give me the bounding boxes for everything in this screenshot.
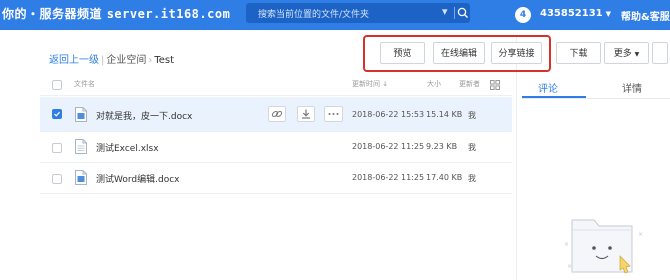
- file-size: 17.40 KB: [426, 173, 463, 182]
- svg-text:×: ×: [567, 263, 572, 270]
- document-icon: [75, 170, 87, 185]
- user-menu[interactable]: 435852131 ▼: [540, 8, 611, 19]
- row-checkbox[interactable]: [52, 143, 62, 153]
- breadcrumb-chevron-icon: ›: [148, 55, 153, 66]
- file-updater: 我: [468, 111, 476, 120]
- row-checkbox[interactable]: [52, 109, 62, 119]
- panel-divider: [516, 36, 517, 280]
- search-box[interactable]: 搜索当前位置的文件/文件夹 ▾: [246, 3, 470, 23]
- caret-down-icon: ▼: [605, 10, 612, 18]
- file-modified: 2018-06-22 11:25: [352, 142, 425, 151]
- notification-badge[interactable]: 4: [515, 7, 531, 23]
- select-all-checkbox[interactable]: [52, 80, 62, 90]
- breadcrumb-current: Test: [154, 55, 175, 66]
- more-label: 更多: [613, 49, 632, 59]
- more-button[interactable]: 更多 ▼: [604, 42, 649, 64]
- tab-comments[interactable]: 评论: [538, 80, 558, 95]
- folder-illustration: × × ×: [558, 206, 648, 276]
- row-divider: [40, 193, 512, 194]
- breadcrumb-back-link[interactable]: 返回上一级: [49, 55, 99, 66]
- top-bar: 你的・服务器频道 server.it168.com 搜索当前位置的文件/文件夹 …: [0, 0, 670, 30]
- column-modified-label: 更新时间: [352, 80, 380, 88]
- row-checkbox[interactable]: [52, 174, 62, 184]
- help-link[interactable]: 帮助&客服: [621, 8, 670, 23]
- caret-down-icon: ▼: [634, 51, 640, 58]
- search-scope-caret-icon[interactable]: ▾: [442, 5, 448, 18]
- download-button[interactable]: 下载: [556, 42, 601, 64]
- watermark-text: 你的・服务器频道: [2, 7, 103, 21]
- watermark-site: server.it168.com: [106, 7, 231, 21]
- column-name[interactable]: 文件名: [74, 76, 95, 92]
- active-tab-indicator: [522, 96, 586, 98]
- grid-view-icon[interactable]: [490, 80, 500, 90]
- search-divider: [454, 7, 455, 19]
- document-icon: [75, 139, 87, 154]
- file-name[interactable]: 测试Excel.xlsx: [96, 141, 159, 154]
- red-highlight-box: [363, 35, 551, 72]
- user-id: 435852131: [540, 8, 603, 19]
- file-name[interactable]: 测试Word编辑.docx: [96, 172, 180, 185]
- overflow-button[interactable]: [652, 42, 668, 64]
- file-updater: 我: [468, 143, 476, 152]
- download-icon[interactable]: [297, 106, 315, 122]
- search-placeholder: 搜索当前位置的文件/文件夹: [258, 10, 370, 20]
- column-updater[interactable]: 更新者: [459, 76, 480, 92]
- table-row[interactable]: 对就是我，皮一下.docx 2018-06-22 15:53 15.14 KB …: [40, 97, 512, 131]
- column-size[interactable]: 大小: [427, 76, 441, 92]
- table-row[interactable]: 测试Word编辑.docx 2018-06-22 11:25 17.40 KB …: [40, 162, 512, 196]
- file-modified: 2018-06-22 15:53: [352, 110, 425, 119]
- table-row[interactable]: 测试Excel.xlsx 2018-06-22 11:25 9.23 KB 我: [40, 131, 512, 165]
- file-updater: 我: [468, 174, 476, 183]
- header-divider: [40, 95, 512, 96]
- file-modified: 2018-06-22 11:25: [352, 173, 425, 182]
- breadcrumb: 返回上一级 | 企业空间 › Test: [49, 51, 174, 66]
- breadcrumb-parent-link[interactable]: 企业空间: [106, 55, 146, 66]
- tab-details[interactable]: 详情: [622, 80, 642, 95]
- column-modified[interactable]: 更新时间 ↓: [352, 76, 388, 92]
- svg-text:×: ×: [564, 241, 569, 248]
- file-size: 15.14 KB: [426, 110, 463, 119]
- document-icon: [75, 107, 87, 122]
- file-size: 9.23 KB: [426, 142, 458, 151]
- panel-tab-divider: [522, 98, 670, 99]
- svg-text:×: ×: [638, 231, 643, 238]
- watermark: 你的・服务器频道 server.it168.com: [2, 5, 230, 22]
- breadcrumb-separator: |: [101, 55, 105, 66]
- more-dots-icon[interactable]: [324, 106, 343, 122]
- search-icon[interactable]: [456, 5, 470, 21]
- link-icon[interactable]: [268, 106, 286, 122]
- file-name[interactable]: 对就是我，皮一下.docx: [96, 109, 192, 122]
- sort-arrow-icon: ↓: [382, 80, 389, 88]
